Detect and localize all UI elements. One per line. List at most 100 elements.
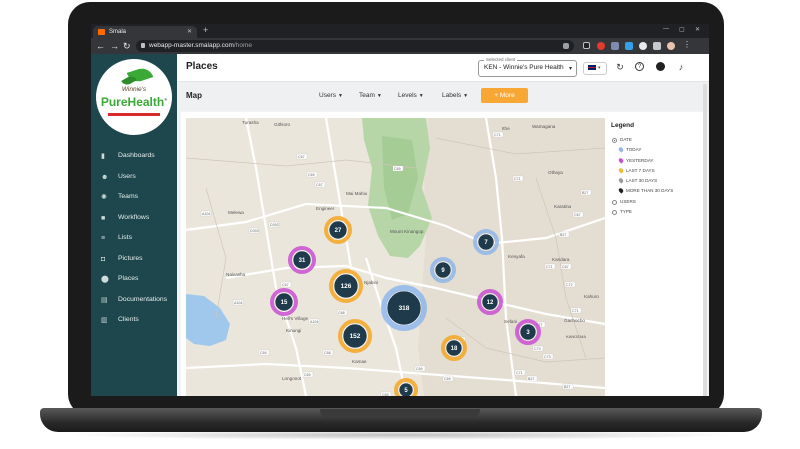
sidebar-item-label: Teams bbox=[118, 193, 139, 200]
filter-levels[interactable]: Levels ▼ bbox=[398, 92, 424, 99]
map-place-label: Gachocho bbox=[564, 318, 585, 323]
sidebar-item-teams[interactable]: ✺ Teams bbox=[91, 187, 177, 208]
browser-toolbar: ← → ↻ webapp-master.smalapp.com/home ⋮ bbox=[91, 38, 709, 54]
sidebar-item-label: Dashboards bbox=[118, 152, 155, 159]
legend-item: LAST 7 DAYS bbox=[611, 166, 701, 176]
sidebar-item-clients[interactable]: ▥ Clients bbox=[91, 310, 177, 331]
legend-group-date[interactable]: DATE bbox=[611, 135, 701, 145]
map-road-label-text: D393 bbox=[250, 229, 259, 233]
map-road-label-text: C71 bbox=[572, 309, 579, 313]
list-icon: ≡ bbox=[101, 235, 106, 242]
sidebar-item-users[interactable]: ☻ Users bbox=[91, 167, 177, 188]
map-road-label: A104 bbox=[232, 299, 244, 306]
reload-icon[interactable]: ↻ bbox=[123, 40, 131, 52]
map-view[interactable]: Turasha Githioro Mai Mahiu Engineer Melewa Na… bbox=[186, 118, 605, 396]
star-icon[interactable] bbox=[583, 42, 590, 49]
map-cluster-marker[interactable]: 27 bbox=[324, 216, 352, 244]
filter-team[interactable]: Team ▼ bbox=[359, 92, 382, 99]
map-cluster-marker[interactable]: 126 bbox=[329, 269, 363, 303]
sidebar-item-pictures[interactable]: ◘ Pictures bbox=[91, 249, 177, 270]
window-close-icon[interactable]: ✕ bbox=[695, 26, 700, 33]
legend-item-label: YESTERDAY bbox=[626, 157, 654, 163]
map-road-label-text: C67 bbox=[282, 283, 289, 287]
sidebar-item-label: Lists bbox=[118, 234, 132, 241]
map-place-label: Longonot bbox=[282, 376, 302, 381]
page-scrollbar[interactable] bbox=[703, 84, 707, 396]
map-cluster-marker[interactable]: 18 bbox=[441, 335, 467, 361]
filter-levels-label: Levels bbox=[398, 92, 417, 99]
legend-group-users[interactable]: USERS bbox=[611, 197, 701, 207]
sidebar-item-places[interactable]: ⬤ Places bbox=[91, 269, 177, 290]
more-filters-button[interactable]: + More bbox=[481, 88, 528, 103]
logo-brand-name: PureHealth bbox=[100, 95, 165, 109]
window-maximize-icon[interactable]: ▢ bbox=[679, 26, 685, 33]
new-tab-button[interactable]: + bbox=[203, 25, 208, 35]
forward-icon[interactable]: → bbox=[110, 40, 119, 52]
language-selector[interactable]: ▾ bbox=[583, 62, 607, 75]
address-bar[interactable]: webapp-master.smalapp.com/home bbox=[136, 40, 574, 52]
map-cluster-marker[interactable]: 318 bbox=[381, 285, 427, 331]
key-icon[interactable] bbox=[563, 43, 569, 49]
browser-menu-icon[interactable]: ⋮ bbox=[683, 41, 691, 49]
back-icon[interactable]: ← bbox=[96, 40, 105, 52]
help-icon[interactable]: ? bbox=[635, 62, 644, 71]
account-icon[interactable] bbox=[656, 62, 665, 71]
brand-logo[interactable]: Winnie's PureHealth® bbox=[96, 59, 172, 135]
tab-title: Smala bbox=[109, 29, 127, 35]
camera-icon: ◘ bbox=[101, 255, 106, 263]
map-place-label: Kandara bbox=[552, 257, 570, 262]
map-cluster-count: 27 bbox=[335, 228, 342, 234]
extension-blue-icon[interactable] bbox=[625, 42, 633, 50]
sidebar-item-workflows[interactable]: ■ Workflows bbox=[91, 208, 177, 229]
map-cluster-marker[interactable]: 15 bbox=[270, 288, 298, 316]
legend-date-items: TODAY YESTERDAY LAST 7 DAYS LAST 30 DAYS MOR… bbox=[611, 145, 701, 196]
notification-bell-icon[interactable]: ♪ bbox=[676, 62, 686, 72]
map-pin-icon bbox=[617, 156, 625, 164]
map-cluster-marker[interactable]: 152 bbox=[338, 319, 372, 353]
map-road-label-text: C68 bbox=[338, 311, 345, 315]
map-cluster-marker[interactable]: 9 bbox=[430, 257, 456, 283]
map-legend: Legend DATE TODAY YESTERDAY LAST 7 DAYS LAS… bbox=[611, 122, 701, 217]
laptop-screen: Smala ✕ + — ▢ ✕ ← → ↻ webapp-master.smal… bbox=[91, 24, 709, 396]
map-place-label: Kahuro bbox=[584, 294, 599, 299]
extension-red-icon[interactable] bbox=[597, 42, 605, 50]
map-cluster-marker[interactable]: 31 bbox=[288, 246, 316, 274]
map-cluster-marker[interactable]: 12 bbox=[477, 289, 503, 315]
map-cluster-count: 18 bbox=[451, 346, 458, 352]
map-road-label-text: C71 bbox=[516, 371, 523, 375]
filter-users[interactable]: Users ▼ bbox=[319, 92, 343, 99]
client-selector[interactable]: Selected client KEN - Winnie's Pure Heal… bbox=[478, 57, 577, 77]
sidebar-item-lists[interactable]: ≡ Lists bbox=[91, 228, 177, 249]
legend-item-label: TODAY bbox=[626, 147, 642, 153]
logo-underline bbox=[108, 113, 160, 116]
map-cluster-marker[interactable]: 7 bbox=[473, 229, 499, 255]
profile-avatar-icon[interactable] bbox=[667, 42, 675, 50]
map-cluster-count: 126 bbox=[341, 283, 352, 290]
window-minimize-icon[interactable]: — bbox=[663, 26, 669, 32]
map-road-label-text: C69 bbox=[444, 377, 451, 381]
sidebar-item-label: Workflows bbox=[118, 213, 150, 221]
map-card: Turasha Githioro Mai Mahiu Engineer Melewa Na… bbox=[181, 112, 705, 396]
map-canvas[interactable]: Turasha Githioro Mai Mahiu Engineer Melewa Na… bbox=[186, 118, 605, 396]
map-road-label: B27 bbox=[562, 383, 574, 390]
sidebar-item-documentations[interactable]: ▤ Documentations bbox=[91, 290, 177, 311]
legend-group-type[interactable]: TYPE bbox=[611, 207, 701, 217]
sidebar-item-dashboards[interactable]: ▮ Dashboards bbox=[91, 146, 177, 167]
refresh-icon[interactable]: ↻ bbox=[615, 62, 625, 72]
map-road-label: C72 bbox=[564, 281, 576, 288]
filter-labels[interactable]: Labels ▼ bbox=[442, 92, 468, 99]
map-cluster-marker[interactable]: 3 bbox=[515, 319, 541, 345]
map-road-label: C69 bbox=[392, 165, 404, 172]
legend-item-label: LAST 7 DAYS bbox=[626, 167, 655, 173]
map-road-label-text: C69 bbox=[304, 373, 311, 377]
extension-white-icon[interactable] bbox=[639, 42, 647, 50]
laptop-notch bbox=[320, 409, 480, 418]
browser-tab[interactable]: Smala ✕ bbox=[93, 26, 197, 38]
main-content: Places Selected client KEN - Winnie's Pu… bbox=[177, 54, 709, 396]
extension-puzzle-icon[interactable] bbox=[653, 42, 661, 50]
tab-close-icon[interactable]: ✕ bbox=[187, 26, 192, 38]
extension-briefcase-icon[interactable] bbox=[611, 42, 619, 50]
document-icon: ▤ bbox=[101, 296, 108, 304]
teams-icon: ✺ bbox=[101, 194, 107, 201]
chevron-down-icon: ▼ bbox=[376, 93, 382, 99]
